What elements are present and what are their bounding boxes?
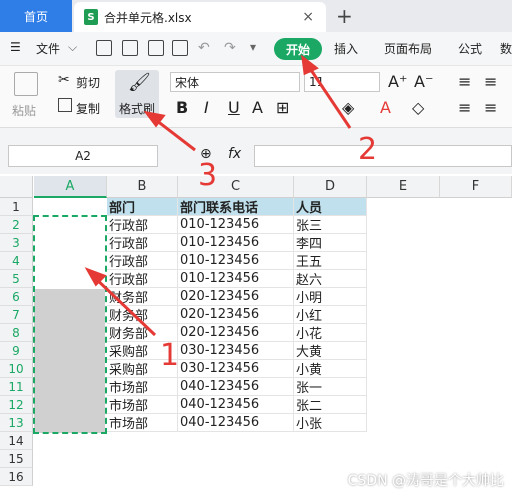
annotation-2: 2 (358, 132, 378, 167)
watermark: CSDN @涛哥是个大帅比 (347, 473, 504, 489)
annotation-arrows (84, 54, 352, 337)
arrow-1-head (84, 267, 107, 287)
annotation-1: 1 (160, 338, 180, 373)
arrow-2-head (301, 54, 319, 76)
arrow-1-line (90, 273, 157, 337)
arrow-2-line (305, 63, 352, 129)
annotation-3: 3 (198, 158, 218, 193)
